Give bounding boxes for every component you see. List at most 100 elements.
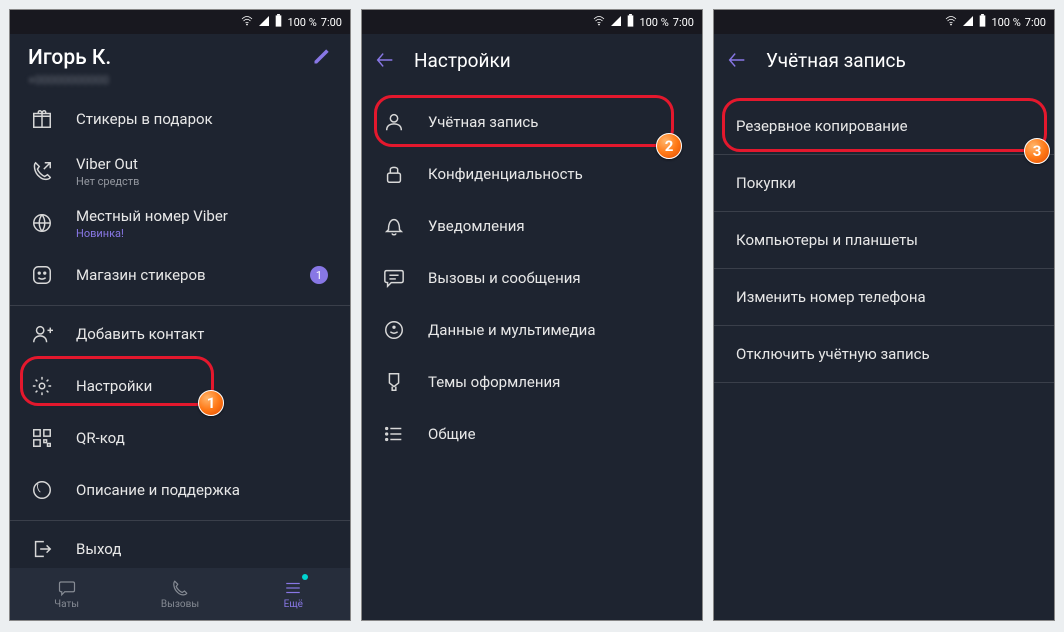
menu-local-number[interactable]: Местный номер Viber Новинка! bbox=[10, 197, 350, 249]
battery-text: 100 % bbox=[991, 16, 1020, 29]
acct-change-number[interactable]: Изменить номер телефона bbox=[714, 269, 1054, 325]
menu-label: Магазин стикеров bbox=[76, 266, 206, 284]
settings-privacy[interactable]: Конфиденциальность bbox=[362, 148, 702, 200]
acct-label: Отключить учётную запись bbox=[736, 345, 930, 363]
nav-more[interactable]: Ещё bbox=[237, 568, 350, 620]
settings-notifications[interactable]: Уведомления bbox=[362, 200, 702, 252]
account-header: Учётная запись bbox=[714, 34, 1054, 86]
settings-label: Конфиденциальность bbox=[428, 165, 583, 183]
battery-icon bbox=[626, 14, 635, 31]
divider bbox=[10, 305, 350, 306]
bell-icon bbox=[382, 214, 406, 238]
acct-backup[interactable]: Резервное копирование bbox=[714, 98, 1054, 154]
settings-label: Общие bbox=[428, 425, 476, 443]
settings-calls[interactable]: Вызовы и сообщения bbox=[362, 252, 702, 304]
account-list: Резервное копирование Покупки Компьютеры… bbox=[714, 86, 1054, 620]
battery-icon bbox=[978, 14, 987, 31]
divider bbox=[714, 382, 1054, 383]
menu-list: Стикеры в подарок Viber Out Нет средств … bbox=[10, 93, 350, 568]
settings-label: Данные и мультимедиа bbox=[428, 321, 595, 339]
back-button[interactable] bbox=[726, 49, 748, 71]
wifi-icon bbox=[592, 15, 606, 30]
menu-sublabel: Новинка! bbox=[76, 227, 228, 240]
acct-deactivate[interactable]: Отключить учётную запись bbox=[714, 326, 1054, 382]
step-3-badge: 3 bbox=[1024, 138, 1050, 164]
menu-sticker-store[interactable]: Магазин стикеров 1 bbox=[10, 249, 350, 301]
sticker-icon bbox=[30, 263, 54, 287]
status-time: 7:00 bbox=[673, 16, 694, 29]
header-title: Настройки bbox=[414, 49, 511, 72]
menu-label: Описание и поддержка bbox=[76, 481, 240, 499]
settings-label: Темы оформления bbox=[428, 373, 560, 391]
nav-label: Ещё bbox=[284, 599, 303, 610]
wifi-icon bbox=[240, 15, 254, 30]
support-icon bbox=[30, 478, 54, 502]
settings-header: Настройки bbox=[362, 34, 702, 86]
settings-list: Учётная запись Конфиденциальность Уведом… bbox=[362, 86, 702, 620]
menu-label: Выход bbox=[76, 540, 121, 558]
nav-label: Вызовы bbox=[161, 599, 199, 610]
chat-icon bbox=[382, 266, 406, 290]
screen-settings: 100 % 7:00 Настройки Учётная запись Конф… bbox=[361, 9, 703, 621]
settings-general[interactable]: Общие bbox=[362, 408, 702, 460]
nav-label: Чаты bbox=[54, 599, 79, 610]
signal-icon bbox=[610, 15, 622, 30]
acct-label: Компьютеры и планшеты bbox=[736, 231, 918, 249]
menu-label: Настройки bbox=[76, 377, 152, 395]
menu-label: QR-код bbox=[76, 429, 125, 447]
menu-exit[interactable]: Выход bbox=[10, 523, 350, 568]
battery-text: 100 % bbox=[287, 16, 316, 29]
viber-out-icon bbox=[30, 159, 54, 183]
profile-header: Игорь К. +00000000000 bbox=[10, 34, 350, 93]
step-1-badge: 1 bbox=[198, 390, 224, 416]
acct-purchases[interactable]: Покупки bbox=[714, 155, 1054, 211]
menu-label: Viber Out bbox=[76, 155, 139, 173]
edit-icon[interactable] bbox=[312, 46, 332, 70]
wifi-icon bbox=[944, 15, 958, 30]
menu-settings[interactable]: Настройки bbox=[10, 360, 350, 412]
screen-more: 100 % 7:00 Игорь К. +00000000000 Стикеры… bbox=[9, 9, 351, 621]
media-icon bbox=[382, 318, 406, 342]
exit-icon bbox=[30, 537, 54, 561]
menu-label: Местный номер Viber bbox=[76, 207, 228, 225]
status-time: 7:00 bbox=[1025, 16, 1046, 29]
menu-label: Стикеры в подарок bbox=[76, 110, 213, 128]
status-bar: 100 % 7:00 bbox=[714, 10, 1054, 34]
menu-gift-stickers[interactable]: Стикеры в подарок bbox=[10, 93, 350, 145]
back-button[interactable] bbox=[374, 49, 396, 71]
battery-icon bbox=[274, 14, 283, 31]
menu-qr[interactable]: QR-код bbox=[10, 412, 350, 464]
bottom-nav: Чаты Вызовы Ещё bbox=[10, 568, 350, 620]
acct-label: Покупки bbox=[736, 174, 796, 192]
acct-label: Резервное копирование bbox=[736, 117, 908, 135]
menu-sublabel: Нет средств bbox=[76, 175, 139, 188]
acct-label: Изменить номер телефона bbox=[736, 288, 926, 306]
settings-label: Учётная запись bbox=[428, 113, 538, 131]
qr-icon bbox=[30, 426, 54, 450]
nav-calls[interactable]: Вызовы bbox=[123, 568, 236, 620]
screen-account: 100 % 7:00 Учётная запись Резервное копи… bbox=[713, 9, 1055, 621]
acct-devices[interactable]: Компьютеры и планшеты bbox=[714, 212, 1054, 268]
menu-viber-out[interactable]: Viber Out Нет средств bbox=[10, 145, 350, 197]
menu-add-contact[interactable]: Добавить контакт bbox=[10, 308, 350, 360]
battery-text: 100 % bbox=[639, 16, 668, 29]
menu-label: Добавить контакт bbox=[76, 325, 204, 343]
status-bar: 100 % 7:00 bbox=[10, 10, 350, 34]
status-bar: 100 % 7:00 bbox=[362, 10, 702, 34]
nav-chats[interactable]: Чаты bbox=[10, 568, 123, 620]
badge-count: 1 bbox=[310, 266, 328, 284]
signal-icon bbox=[962, 15, 974, 30]
step-2-badge: 2 bbox=[656, 133, 682, 159]
menu-support[interactable]: Описание и поддержка bbox=[10, 464, 350, 516]
settings-themes[interactable]: Темы оформления bbox=[362, 356, 702, 408]
signal-icon bbox=[258, 15, 270, 30]
brush-icon bbox=[382, 370, 406, 394]
add-contact-icon bbox=[30, 322, 54, 346]
lock-icon bbox=[382, 162, 406, 186]
settings-account[interactable]: Учётная запись bbox=[362, 96, 702, 148]
settings-data[interactable]: Данные и мультимедиа bbox=[362, 304, 702, 356]
notification-dot bbox=[302, 574, 308, 580]
divider bbox=[10, 520, 350, 521]
header-title: Учётная запись bbox=[766, 49, 906, 72]
settings-label: Вызовы и сообщения bbox=[428, 269, 581, 287]
